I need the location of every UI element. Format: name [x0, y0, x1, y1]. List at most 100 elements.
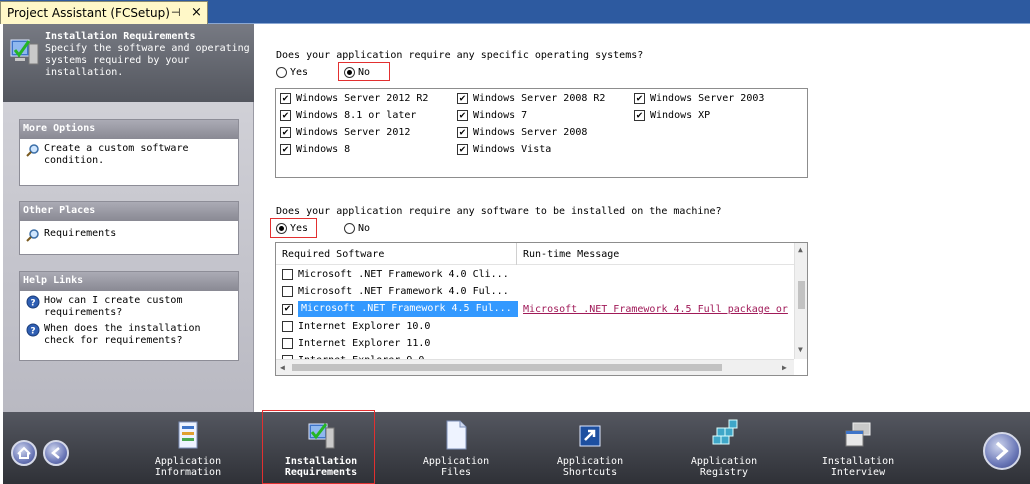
- help-link-installation-check-label: When does the installation check for req…: [44, 323, 201, 346]
- nav-installation-interview[interactable]: Installation Interview: [803, 412, 913, 478]
- os-item[interactable]: ✔ Windows XP: [634, 110, 710, 121]
- os-item[interactable]: ✔ Windows Server 2008 R2: [457, 93, 605, 104]
- help-link-installation-check[interactable]: ? When does the installation check for r…: [26, 323, 232, 347]
- checkbox[interactable]: [282, 320, 293, 332]
- computer-check-icon: [10, 39, 39, 65]
- os-item[interactable]: ✔ Windows Server 2008: [457, 127, 587, 138]
- selected-software-name[interactable]: Microsoft .NET Framework 4.5 Ful...: [298, 301, 518, 317]
- column-divider[interactable]: [516, 243, 517, 265]
- horizontal-scrollbar[interactable]: ◀ ▶: [276, 359, 794, 375]
- table-row-selected[interactable]: ✔: [282, 302, 298, 316]
- table-row[interactable]: Microsoft .NET Framework 4.0 Ful...: [282, 284, 509, 298]
- checkbox[interactable]: ✔: [280, 110, 291, 121]
- radio-circle: [276, 67, 287, 78]
- home-button[interactable]: [11, 440, 37, 466]
- os-item[interactable]: ✔ Windows 8: [280, 144, 350, 155]
- nav-label-line1: Application: [154, 456, 222, 467]
- help-icon: ?: [26, 295, 40, 309]
- os-item[interactable]: ✔ Windows Server 2012 R2: [280, 93, 428, 104]
- radio-circle: [344, 223, 355, 234]
- document-tab[interactable]: Project Assistant (FCSetup) ⊣ ×: [0, 1, 208, 24]
- col-required-software[interactable]: Required Software: [282, 249, 384, 260]
- pin-icon[interactable]: ⊣: [171, 6, 181, 19]
- checkbox[interactable]: ✔: [457, 127, 468, 138]
- bottom-nav-bar: Application Information Installation Req…: [3, 410, 1030, 484]
- scroll-down-icon[interactable]: ▼: [798, 345, 803, 354]
- nav-label-line1: Installation: [284, 456, 358, 467]
- close-icon[interactable]: ×: [191, 5, 202, 20]
- nav-installation-requirements[interactable]: Installation Requirements: [266, 412, 376, 478]
- nav-application-shortcuts[interactable]: Application Shortcuts: [535, 412, 645, 478]
- col-runtime-message[interactable]: Run-time Message: [523, 249, 619, 260]
- os-label: Windows Server 2012 R2: [296, 93, 429, 104]
- checkbox[interactable]: [282, 337, 293, 349]
- os-item[interactable]: ✔ Windows Server 2012: [280, 127, 410, 138]
- vertical-scrollbar[interactable]: ▲ ▼: [794, 243, 807, 359]
- table-row[interactable]: Internet Explorer 10.0: [282, 319, 430, 333]
- create-condition-link[interactable]: Create a custom software condition.: [26, 143, 232, 167]
- interview-dialog-icon: [845, 422, 871, 447]
- computer-check-icon: [308, 423, 335, 449]
- os-label: Windows Server 2008: [473, 127, 588, 138]
- checkbox[interactable]: [282, 285, 293, 297]
- document-tab-title: Project Assistant (FCSetup): [7, 6, 170, 20]
- runtime-message-link[interactable]: Microsoft .NET Framework 4.5 Full packag…: [523, 304, 788, 315]
- software-no-radio[interactable]: No: [344, 223, 370, 234]
- checkbox[interactable]: ✔: [634, 93, 645, 104]
- scroll-up-icon[interactable]: ▲: [798, 245, 803, 254]
- nav-label-line2: Files: [440, 467, 472, 478]
- other-places-header: Other Places: [20, 202, 238, 221]
- checkbox[interactable]: ✔: [457, 110, 468, 121]
- scroll-right-icon[interactable]: ▶: [782, 363, 787, 372]
- forward-arrow-icon: [995, 441, 1009, 461]
- nav-label-line2: Registry: [699, 467, 749, 478]
- requirements-link[interactable]: Requirements: [26, 228, 232, 242]
- application-information-icon: [178, 421, 198, 449]
- checkbox[interactable]: ✔: [280, 93, 291, 104]
- svg-text:?: ?: [30, 299, 35, 309]
- file-icon: [446, 420, 467, 450]
- nav-application-registry[interactable]: Application Registry: [669, 412, 779, 478]
- shortcut-icon: [579, 425, 601, 447]
- scroll-thumb[interactable]: [292, 364, 722, 371]
- nav-label-line1: Application: [690, 456, 758, 467]
- software-yes-label: Yes: [290, 223, 309, 234]
- checkbox[interactable]: [282, 268, 293, 280]
- os-item[interactable]: ✔ Windows Vista: [457, 144, 551, 155]
- next-button[interactable]: [983, 432, 1021, 470]
- os-no-radio[interactable]: No: [344, 67, 370, 78]
- document-tab-strip: Project Assistant (FCSetup) ⊣ ×: [0, 0, 1030, 24]
- other-places-panel: Other Places Requirements: [19, 201, 239, 255]
- nav-application-files[interactable]: Application Files: [401, 412, 511, 478]
- software-yes-radio[interactable]: Yes: [276, 223, 308, 234]
- os-item[interactable]: ✔ Windows 8.1 or later: [280, 110, 416, 121]
- checkbox[interactable]: ✔: [634, 110, 645, 121]
- help-link-custom-requirements[interactable]: ? How can I create custom requirements?: [26, 295, 232, 319]
- checkbox[interactable]: ✔: [282, 303, 293, 315]
- help-links-header: Help Links: [20, 272, 238, 291]
- table-row[interactable]: Internet Explorer 11.0: [282, 336, 430, 350]
- checkbox[interactable]: ✔: [457, 144, 468, 155]
- os-list: ✔ Windows Server 2012 R2 ✔ Windows 8.1 or …: [275, 88, 808, 178]
- checkbox[interactable]: ✔: [280, 127, 291, 138]
- table-row[interactable]: Microsoft .NET Framework 4.0 Cli...: [282, 267, 509, 281]
- os-item[interactable]: ✔ Windows Server 2003: [634, 93, 764, 104]
- nav-application-information[interactable]: Application Information: [133, 412, 243, 478]
- os-yes-radio[interactable]: Yes: [276, 67, 308, 78]
- scroll-thumb[interactable]: [798, 281, 805, 309]
- back-button[interactable]: [43, 440, 69, 466]
- banner-description: Specify the software and operating syste…: [45, 43, 250, 78]
- help-links-panel: Help Links ? How can I create custom req…: [19, 271, 239, 361]
- os-item[interactable]: ✔ Windows 7: [457, 110, 527, 121]
- nav-label-line2: Information: [154, 467, 222, 478]
- back-arrow-icon: [51, 447, 60, 459]
- checkbox[interactable]: ✔: [280, 144, 291, 155]
- software-table: Required Software Run-time Message Micro…: [275, 242, 808, 376]
- software-table-header: Required Software Run-time Message: [276, 243, 794, 265]
- left-pane: Installation Requirements Specify the so…: [3, 24, 254, 412]
- scroll-left-icon[interactable]: ◀: [280, 363, 285, 372]
- nav-label-line2: Requirements: [284, 467, 358, 478]
- checkbox[interactable]: ✔: [457, 93, 468, 104]
- os-yes-label: Yes: [290, 67, 309, 78]
- magnifier-icon: [26, 144, 39, 157]
